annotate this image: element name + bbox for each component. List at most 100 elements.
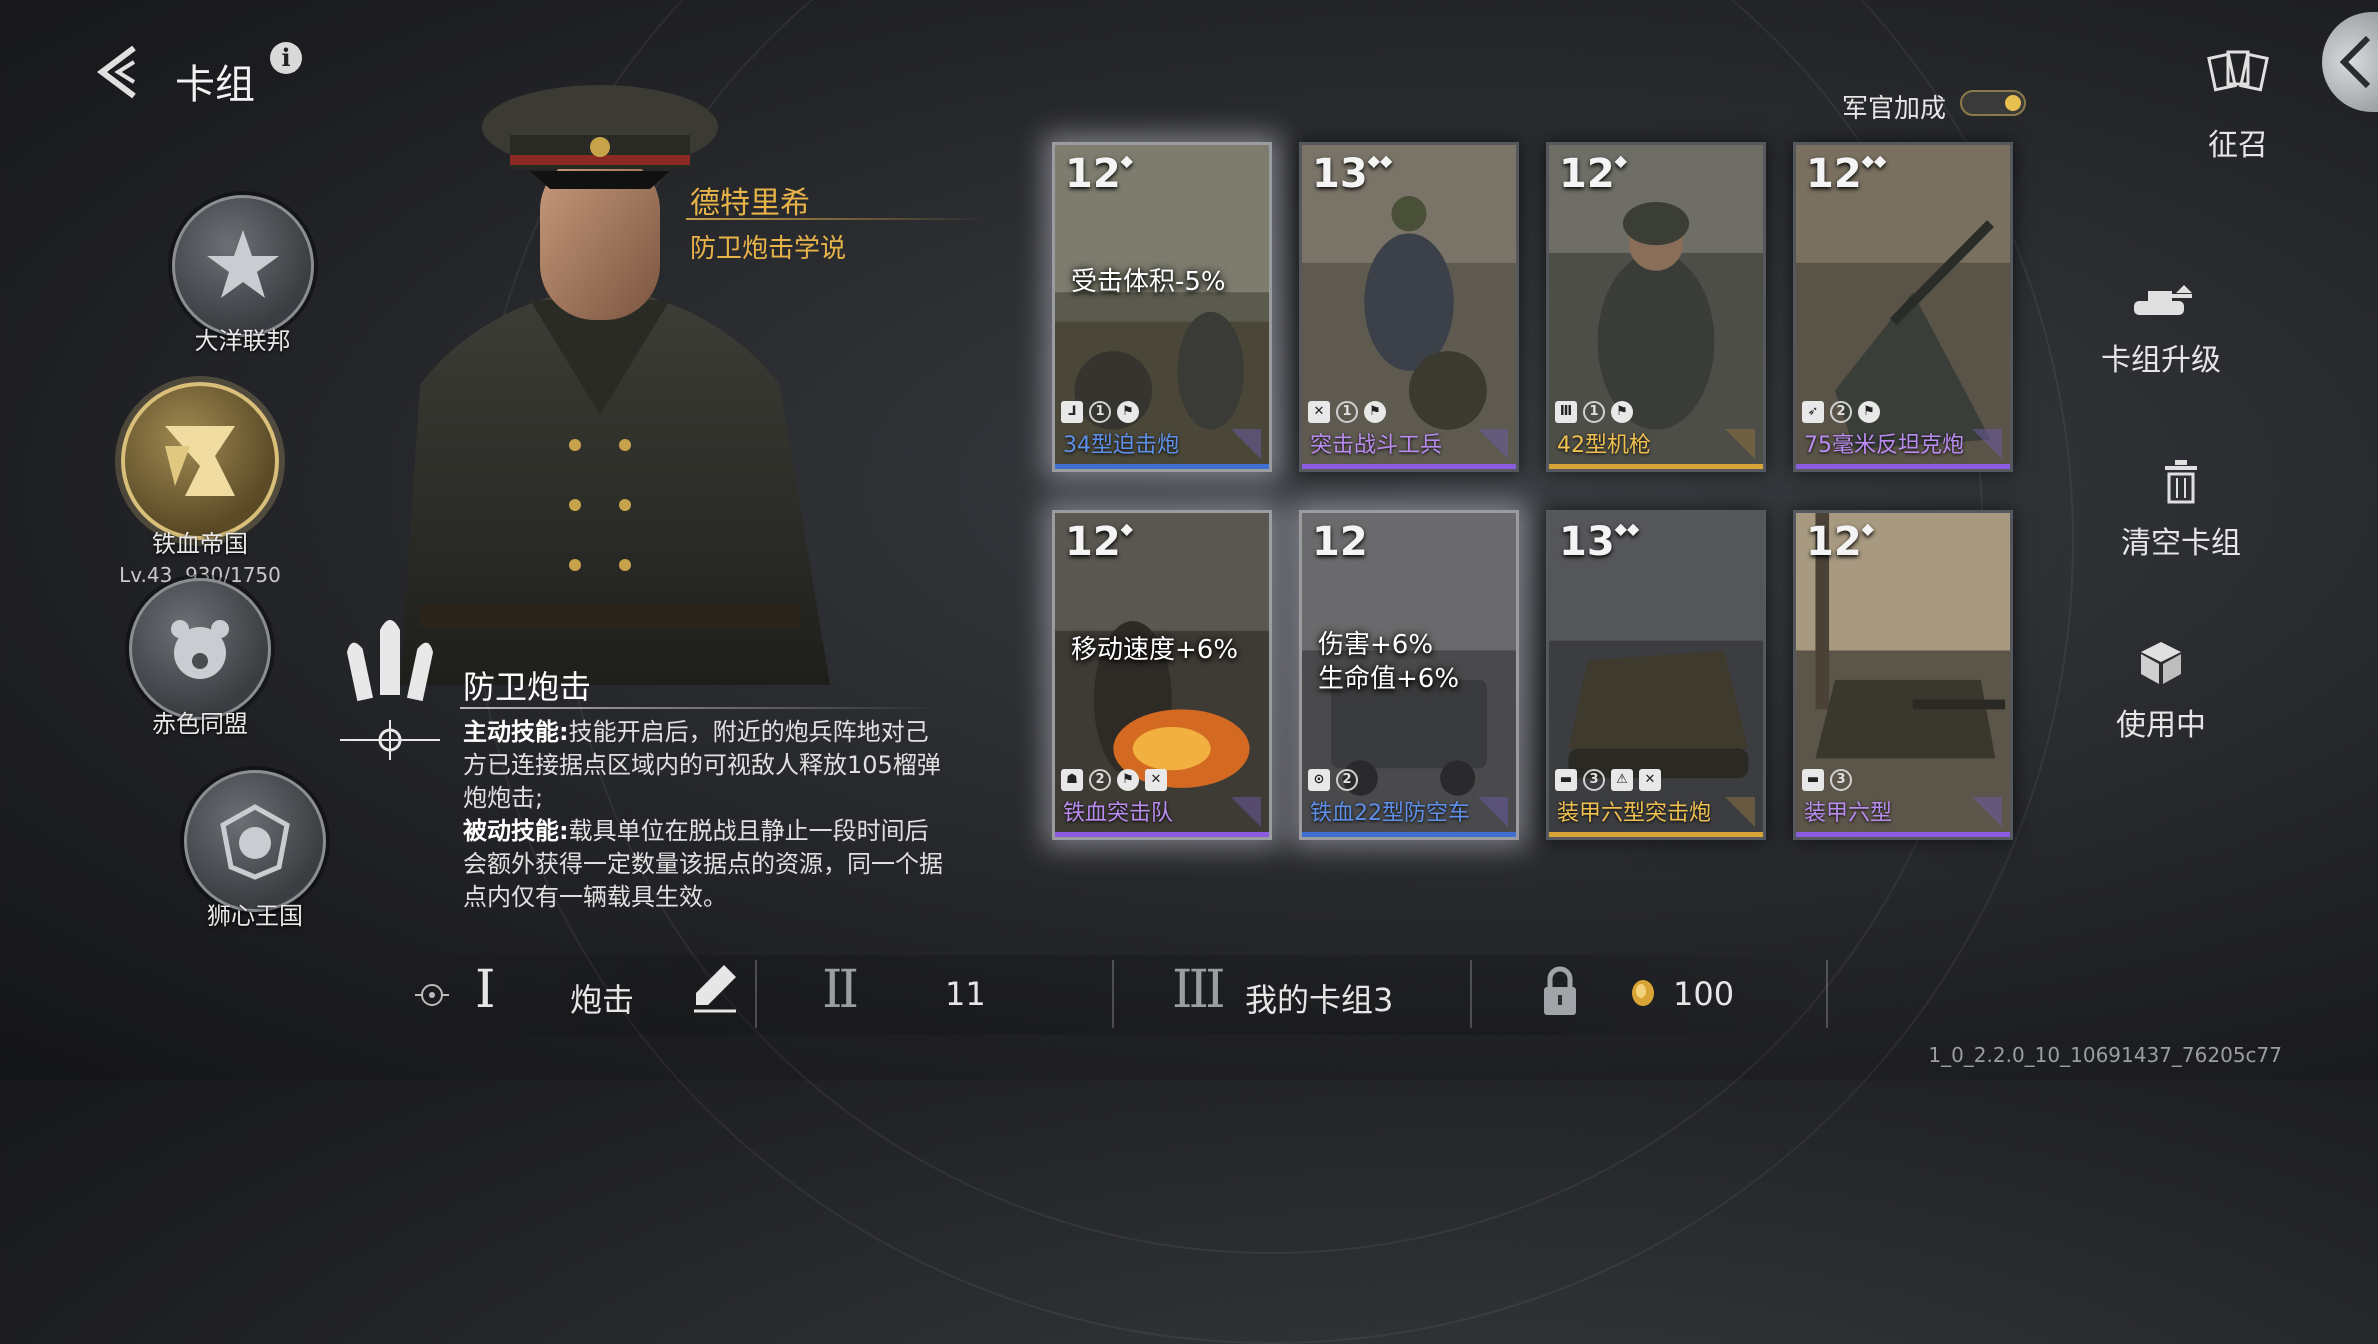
card-name: 装甲六型突击炮 xyxy=(1557,801,1712,826)
rank-icon xyxy=(1231,429,1261,459)
card-cost: 12◆ xyxy=(1559,151,1627,197)
card-level: 1 xyxy=(1583,401,1605,423)
rarity-bar xyxy=(1302,832,1516,837)
card-tags: ▬ 3 ⚠ ✕ xyxy=(1555,769,1661,791)
bear-icon xyxy=(129,578,271,720)
officer-bonus-toggle[interactable] xyxy=(1960,90,2026,116)
card-buff: 移动速度+6% xyxy=(1071,635,1239,665)
faction-name: 赤色同盟 xyxy=(152,710,248,738)
tank-icon: ▬ xyxy=(1555,769,1577,791)
slot-3-numeral: III xyxy=(1172,960,1226,1020)
card-tags: ✕ 1 ⚑ xyxy=(1308,401,1386,423)
unit-card[interactable]: 13◆◆ ✕ 1 ⚑ 突击战斗工兵 xyxy=(1299,142,1519,472)
divider xyxy=(460,707,940,709)
active-skill-label: 主动技能: xyxy=(463,718,569,746)
crosshair-icon xyxy=(415,984,449,1006)
unlock-cost-value: 100 xyxy=(1673,975,1735,1013)
buff-line: 伤害+6% xyxy=(1318,630,1434,660)
unit-card[interactable]: 12◆ 移动速度+6% ☗ 2 ⚑ ✕ 铁血突击队 xyxy=(1052,510,1272,840)
unit-card[interactable]: 12◆ 受击体积-5% ⅃ 1 ⚑ 34型迫击炮 xyxy=(1052,142,1272,472)
lock-icon[interactable] xyxy=(1540,965,1580,1017)
chevron-left-icon xyxy=(2339,35,2371,89)
clear-deck-button[interactable]: 清空卡组 xyxy=(2106,460,2256,562)
passive-skill-label: 被动技能: xyxy=(463,817,569,845)
divider xyxy=(686,218,986,220)
faction-iron-blood-empire[interactable]: 铁血帝国 Lv.43 930/1750 xyxy=(110,382,290,587)
unit-card[interactable]: 12◆ ▬ 3 装甲六型 xyxy=(1793,510,2013,840)
card-tags: ⅃ 1 ⚑ xyxy=(1061,401,1139,423)
slot-2-numeral: II xyxy=(822,960,859,1020)
card-name: 42型机枪 xyxy=(1557,433,1651,458)
flag-icon: ⚑ xyxy=(1364,401,1386,423)
rarity-bar xyxy=(1796,832,2010,837)
deck-upgrade-label: 卡组升级 xyxy=(2101,343,2221,378)
flag-icon: ⚑ xyxy=(1117,401,1139,423)
rank-icon xyxy=(1478,797,1508,827)
card-level: 3 xyxy=(1830,769,1852,791)
skill-description: 主动技能:技能开启后，附近的炮兵阵地对己方已连接据点区域内的可视敌人释放105榴… xyxy=(463,716,943,914)
deck-name[interactable]: 我的卡组3 xyxy=(1245,975,1393,1021)
unit-card[interactable]: 12◆ Ⅲ 1 ⚑ 42型机枪 xyxy=(1546,142,1766,472)
rarity-bar xyxy=(1549,464,1763,469)
wrench-icon: ✕ xyxy=(1639,769,1661,791)
card-buff: 伤害+6% 生命值+6% xyxy=(1318,628,1459,696)
rarity-bar xyxy=(1796,464,2010,469)
card-tags: ⊙ 2 xyxy=(1308,769,1358,791)
card-tags: ☗ 2 ⚑ ✕ xyxy=(1061,769,1167,791)
card-level: 1 xyxy=(1336,401,1358,423)
lion-icon xyxy=(121,382,279,540)
info-icon[interactable]: i xyxy=(270,42,302,74)
card-tags: ▬ 3 xyxy=(1802,769,1852,791)
anti-tank-icon: ➶ xyxy=(1802,401,1824,423)
toggle-knob xyxy=(2005,95,2021,111)
deck-upgrade-button[interactable]: 卡组升级 xyxy=(2086,285,2236,379)
card-name: 铁血22型防空车 xyxy=(1310,801,1470,826)
mortar-icon: ⅃ xyxy=(1061,401,1083,423)
commander-skill-label: 炮击 xyxy=(570,981,635,1019)
rank-icon xyxy=(1972,797,2002,827)
card-cost: 12◆ xyxy=(1065,519,1133,565)
card-cost: 12◆ xyxy=(1806,519,1874,565)
clear-deck-label: 清空卡组 xyxy=(2121,526,2241,561)
card-buff: 受击体积-5% xyxy=(1071,267,1226,297)
card-level: 1 xyxy=(1089,401,1111,423)
card-cost: 12◆ xyxy=(1065,151,1133,197)
card-cost: 13◆◆ xyxy=(1559,519,1640,565)
unit-card[interactable]: 12◆◆ ➶ 2 ⚑ 75毫米反坦克炮 xyxy=(1793,142,2013,472)
skill-title: 防卫炮击 xyxy=(463,668,592,706)
faction-red-alliance[interactable]: 赤色同盟 xyxy=(125,578,275,739)
faction-lionheart-kingdom[interactable]: 狮心王国 xyxy=(180,770,330,931)
rank-icon xyxy=(1725,429,1755,459)
cube-icon xyxy=(2141,642,2181,684)
wrench-icon: ✕ xyxy=(1308,401,1330,423)
in-use-button[interactable]: 使用中 xyxy=(2096,640,2226,744)
lion-head-icon xyxy=(184,770,326,912)
rarity-bar xyxy=(1302,464,1516,469)
unit-card[interactable]: 13◆◆ ▬ 3 ⚠ ✕ 装甲六型突击炮 xyxy=(1546,510,1766,840)
machine-gun-icon: Ⅲ xyxy=(1555,401,1577,423)
officer-bonus-label: 军官加成 xyxy=(1842,94,1947,124)
collapse-panel-button[interactable] xyxy=(2322,12,2378,112)
chevron-left-icon[interactable] xyxy=(88,42,148,102)
star-eagle-icon xyxy=(171,195,314,337)
infantry-icon: ☗ xyxy=(1061,769,1083,791)
rank-icon xyxy=(1725,797,1755,827)
divider xyxy=(1112,960,1114,1028)
recruit-button[interactable]: 征召 xyxy=(2196,50,2280,164)
trash-icon xyxy=(2165,460,2197,504)
version-label: 1_0_2.2.0_10_10691437_76205c77 xyxy=(1928,1043,2282,1067)
rank-icon xyxy=(1972,429,2002,459)
rank-icon xyxy=(1478,429,1508,459)
commander-name: 德特里希 xyxy=(690,186,810,221)
card-name: 装甲六型 xyxy=(1804,801,1893,826)
flag-icon: ⚑ xyxy=(1117,769,1139,791)
wrench-icon: ✕ xyxy=(1145,769,1167,791)
unit-card[interactable]: 12 伤害+6% 生命值+6% ⊙ 2 铁血22型防空车 xyxy=(1299,510,1519,840)
warning-icon: ⚠ xyxy=(1611,769,1633,791)
in-use-label: 使用中 xyxy=(2116,708,2206,743)
edit-icon[interactable] xyxy=(690,963,740,1015)
recruit-label: 征召 xyxy=(2208,128,2268,163)
card-tags: Ⅲ 1 ⚑ xyxy=(1555,401,1633,423)
faction-ocean-federation[interactable]: 大洋联邦 xyxy=(170,195,315,356)
tank-icon: ▬ xyxy=(1802,769,1824,791)
